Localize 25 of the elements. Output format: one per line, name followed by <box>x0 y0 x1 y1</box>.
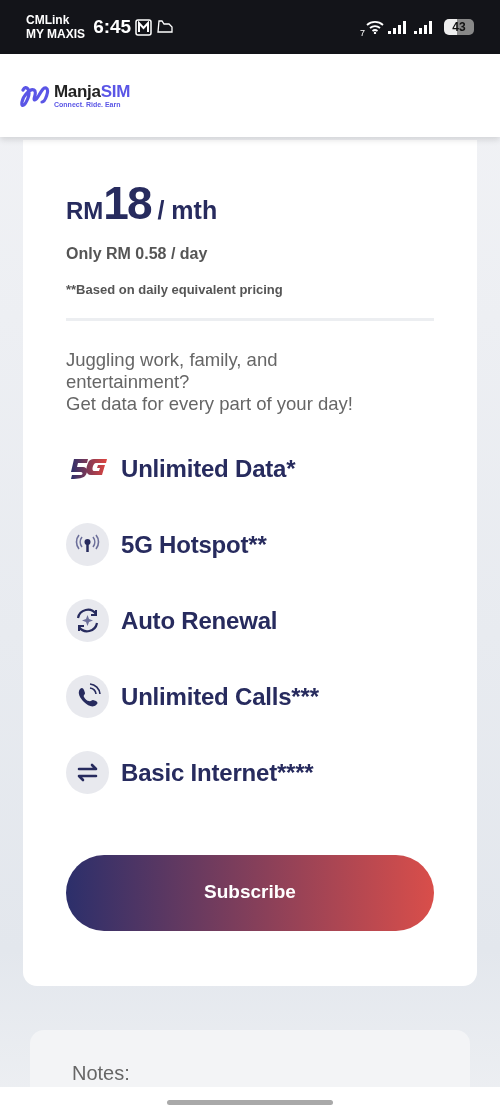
feature-label: Basic Internet**** <box>121 757 314 788</box>
cloud-icon <box>156 20 175 34</box>
carrier-name: CMLink <box>26 13 71 27</box>
status-time: 6:45 <box>93 14 132 39</box>
transfer-arrows-icon <box>66 751 109 794</box>
subscribe-button[interactable]: Subscribe <box>66 854 434 931</box>
wifi-label: 7 <box>360 27 365 41</box>
home-indicator[interactable] <box>167 1100 333 1105</box>
carrier-name: MY MAXIS <box>26 27 86 41</box>
wifi-icon <box>366 20 384 34</box>
hotspot-icon <box>66 523 109 566</box>
price-text: RM18/ mth <box>66 180 219 226</box>
feature-label: Unlimited Calls*** <box>121 681 319 712</box>
notes-title: Notes: <box>72 1061 131 1086</box>
phone-call-icon <box>66 675 109 718</box>
daily-price: Only RM 0.58 / day <box>66 244 209 264</box>
brand-name: ManjaSIM <box>54 82 130 101</box>
description-text: Get data for every part of your day! <box>66 392 354 415</box>
pricing-footnote: **Based on daily equivalent pricing <box>66 281 284 299</box>
renewal-icon <box>66 599 109 642</box>
description-text: Juggling work, family, and entertainment? <box>66 348 279 393</box>
app-notification-icon <box>135 18 153 36</box>
feature-label: 5G Hotspot** <box>121 529 267 560</box>
feature-label: Auto Renewal <box>121 605 278 636</box>
feature-label: Unlimited Data* <box>121 453 296 484</box>
